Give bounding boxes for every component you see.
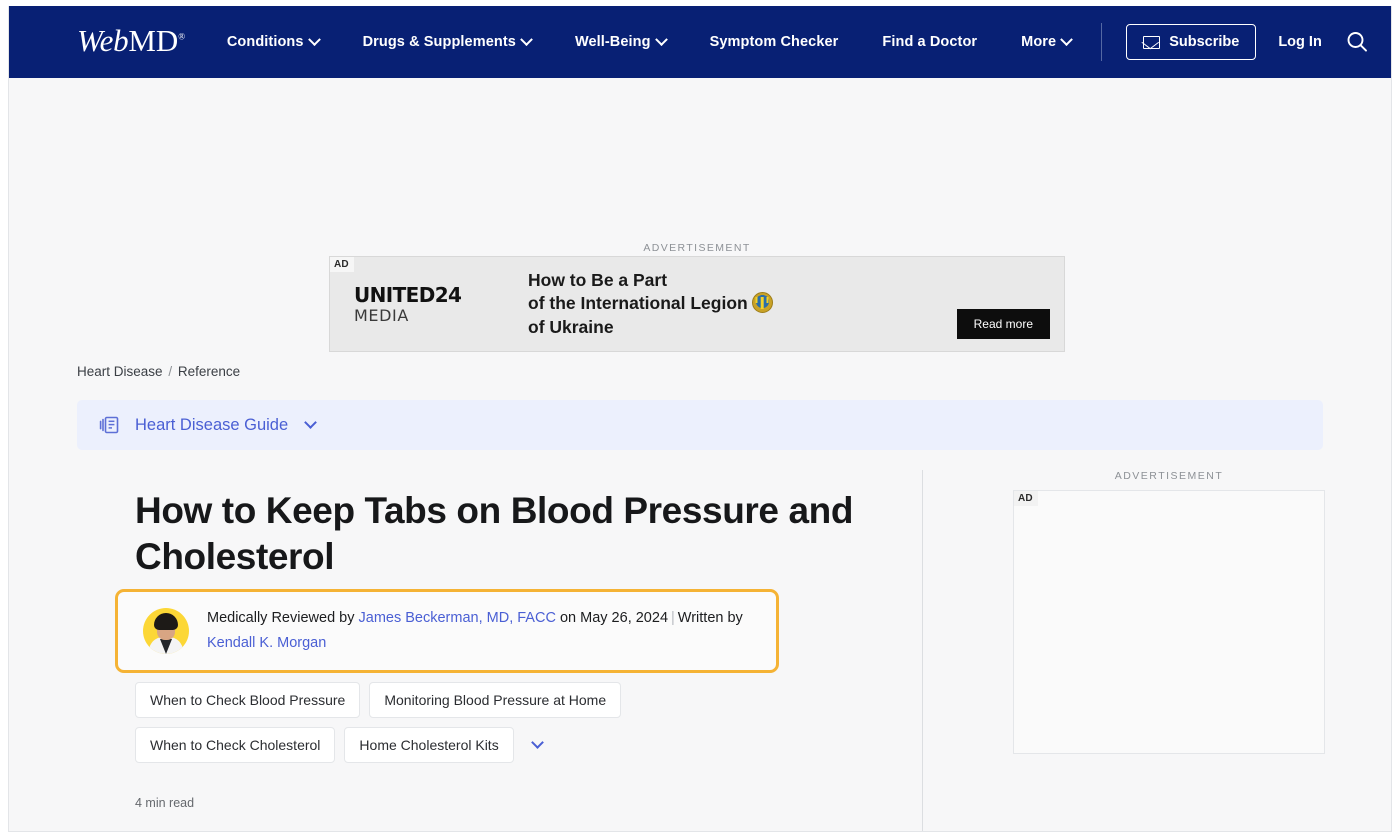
breadcrumb-item-heart-disease[interactable]: Heart Disease xyxy=(77,364,163,379)
ad-tag-badge: AD xyxy=(1014,491,1038,506)
banner-advertisement: ADVERTISEMENT AD UNITED24 MEDIA How to B… xyxy=(329,242,1065,352)
headline-line-3: of Ukraine xyxy=(528,316,773,339)
top-navigation-bar: WebMD® Conditions Drugs & Supplements We… xyxy=(9,6,1392,78)
nav-item-symptom-checker[interactable]: Symptom Checker xyxy=(688,34,861,50)
ad-tag-badge: AD xyxy=(330,257,354,272)
read-time-label: 4 min read xyxy=(135,796,194,810)
webmd-logo[interactable]: WebMD® xyxy=(77,23,185,59)
envelope-icon xyxy=(1143,36,1160,49)
medically-reviewed-prefix: Medically Reviewed by xyxy=(207,610,354,626)
nav-item-label: Symptom Checker xyxy=(710,34,839,50)
subscribe-button[interactable]: Subscribe xyxy=(1126,24,1256,60)
guide-bar-label: Heart Disease Guide xyxy=(135,416,288,435)
advertiser-name-primary: UNITED24 xyxy=(354,283,504,307)
guide-book-icon xyxy=(99,414,121,436)
nav-item-label: More xyxy=(1021,34,1056,50)
toc-chip-monitoring-blood-pressure-at-home[interactable]: Monitoring Blood Pressure at Home xyxy=(369,682,621,718)
written-by-prefix: Written by xyxy=(678,610,743,626)
avatar-hair xyxy=(154,613,178,630)
primary-nav-links: Conditions Drugs & Supplements Well-Bein… xyxy=(227,34,1093,50)
toc-chip-when-to-check-cholesterol[interactable]: When to Check Cholesterol xyxy=(135,727,335,763)
registered-mark-icon: ® xyxy=(178,32,185,42)
chevron-down-icon xyxy=(655,33,668,46)
banner-ad-headline: How to Be a Part of the International Le… xyxy=(528,269,773,339)
nav-item-well-being[interactable]: Well-Being xyxy=(553,34,688,50)
heart-disease-guide-bar[interactable]: Heart Disease Guide xyxy=(77,400,1323,450)
headline-line-1: How to Be a Part xyxy=(528,269,773,292)
toc-row: When to Check Blood Pressure Monitoring … xyxy=(135,682,855,718)
byline-text: Medically Reviewed by James Beckerman, M… xyxy=(207,606,767,657)
nav-item-drugs-supplements[interactable]: Drugs & Supplements xyxy=(341,34,553,50)
banner-advertisement-label: ADVERTISEMENT xyxy=(329,242,1065,254)
article-main-column: How to Keep Tabs on Blood Pressure and C… xyxy=(77,470,923,832)
author-name-link[interactable]: Kendall K. Morgan xyxy=(207,635,326,651)
logo-web-text: Web xyxy=(77,23,128,58)
headline-line-2-wrap: of the International Legion xyxy=(528,292,773,315)
sidebar-advertisement-label: ADVERTISEMENT xyxy=(1013,470,1325,482)
ukraine-trident-emblem-icon xyxy=(752,292,773,313)
chevron-down-icon xyxy=(1060,33,1073,46)
table-of-contents: When to Check Blood Pressure Monitoring … xyxy=(135,682,855,772)
chevron-down-icon xyxy=(520,33,533,46)
banner-ad-creative[interactable]: AD UNITED24 MEDIA How to Be a Part of th… xyxy=(329,256,1065,352)
sidebar-column: ADVERTISEMENT AD xyxy=(969,470,1329,754)
toc-chip-home-cholesterol-kits[interactable]: Home Cholesterol Kits xyxy=(344,727,513,763)
chevron-down-icon[interactable] xyxy=(531,736,544,749)
subscribe-label: Subscribe xyxy=(1169,34,1239,50)
chevron-down-icon xyxy=(308,33,321,46)
nav-right-actions: Subscribe Log In xyxy=(1093,23,1392,61)
byline-highlight-box: Medically Reviewed by James Beckerman, M… xyxy=(115,589,779,673)
sidebar-ad-slot[interactable]: AD xyxy=(1013,490,1325,754)
toc-chip-when-to-check-blood-pressure[interactable]: When to Check Blood Pressure xyxy=(135,682,360,718)
date-prefix: on xyxy=(560,610,576,626)
search-icon[interactable] xyxy=(1346,31,1368,53)
nav-item-conditions[interactable]: Conditions xyxy=(227,34,341,50)
nav-item-label: Find a Doctor xyxy=(882,34,977,50)
nav-item-label: Drugs & Supplements xyxy=(363,34,516,50)
nav-item-label: Conditions xyxy=(227,34,304,50)
breadcrumb-item-reference[interactable]: Reference xyxy=(178,364,240,379)
breadcrumb: Heart Disease / Reference xyxy=(77,364,240,379)
read-more-button[interactable]: Read more xyxy=(957,309,1050,339)
login-link[interactable]: Log In xyxy=(1278,34,1322,50)
page-title: How to Keep Tabs on Blood Pressure and C… xyxy=(77,470,922,581)
nav-item-find-a-doctor[interactable]: Find a Doctor xyxy=(860,34,999,50)
advertiser-name-secondary: MEDIA xyxy=(354,306,504,325)
breadcrumb-separator: / xyxy=(168,364,172,379)
nav-item-label: Well-Being xyxy=(575,34,651,50)
review-date: May 26, 2024 xyxy=(580,610,668,626)
page-frame: WebMD® Conditions Drugs & Supplements We… xyxy=(8,6,1392,832)
nav-divider xyxy=(1101,23,1102,61)
advertiser-logo: UNITED24 MEDIA xyxy=(354,283,504,325)
headline-line-2: of the International Legion xyxy=(528,293,748,313)
nav-item-more[interactable]: More xyxy=(999,34,1093,50)
byline-divider: | xyxy=(668,610,678,626)
logo-md-text: MD xyxy=(128,23,178,58)
reviewer-avatar xyxy=(143,608,189,654)
toc-row: When to Check Cholesterol Home Cholester… xyxy=(135,727,855,763)
reviewer-name-link[interactable]: James Beckerman, MD, FACC xyxy=(359,610,556,626)
chevron-down-icon xyxy=(304,416,317,429)
